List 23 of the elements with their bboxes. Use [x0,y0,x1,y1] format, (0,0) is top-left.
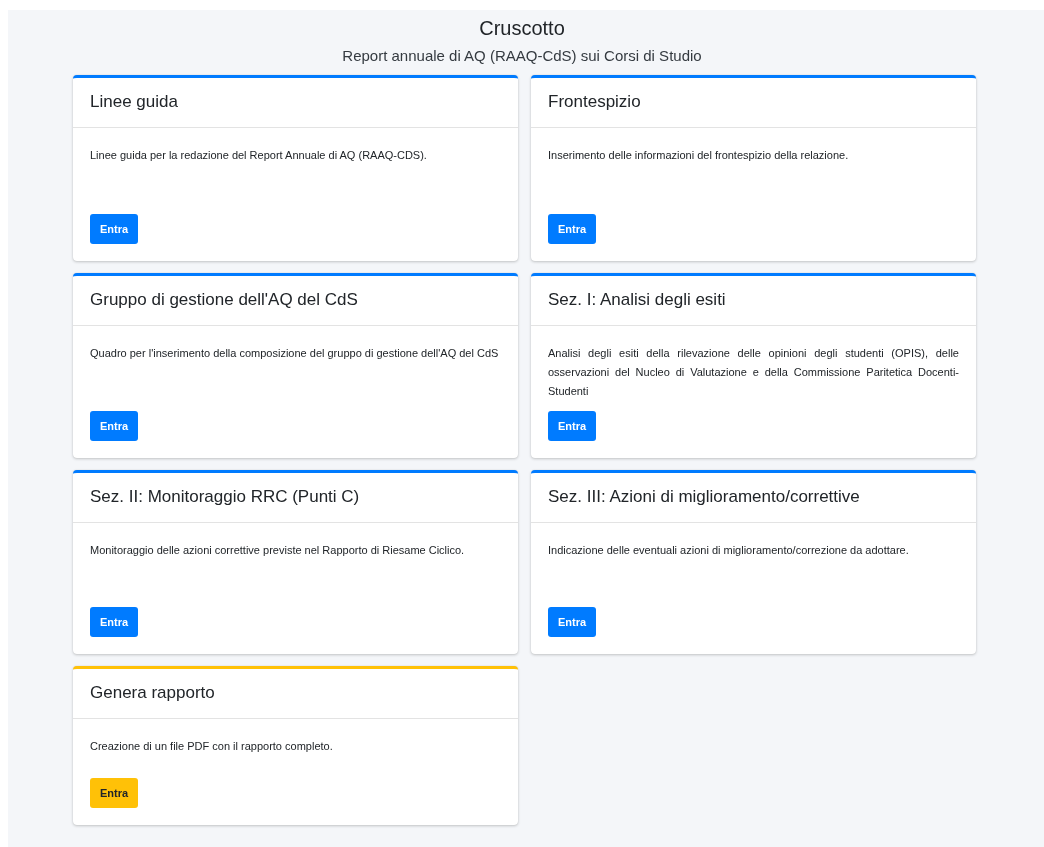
page-subtitle: Report annuale di AQ (RAAQ-CdS) sui Corsi di Studio [341,46,703,66]
card-title: Genera rapporto [90,683,215,702]
card-description: Linee guida per la redazione del Report Annuale di AQ (RAAQ-CDS). [90,148,428,163]
enter-button[interactable]: Entra [90,607,139,637]
enter-button[interactable]: Entra [548,411,597,441]
card-description: Indicazione delle eventuali azioni di miglioramento/correzione da adottare. [548,543,910,558]
page-title: Cruscotto [478,16,566,40]
card-title: Gruppo di gestione dell'AQ del CdS [90,290,358,309]
enter-button[interactable]: Entra [90,411,139,441]
card-description: Quadro per l'inserimento della composizione del gruppo di gestione dell'AQ del CdS [90,346,500,361]
enter-button[interactable]: Entra [548,214,597,244]
card-title: Sez. III: Azioni di miglioramento/correttive [548,487,860,506]
card-title: Sez. I: Analisi degli esiti [548,290,726,309]
card-title: Frontespizio [548,92,641,111]
card-description: Analisi degli esiti della rilevazione delle opinioni degli studenti (OPIS), delle osservazioni del Nucleo di Valutazione e della Commissione Paritetica Docenti-Studenti [548,346,959,399]
enter-button[interactable]: Entra [90,778,139,808]
card-title: Linee guida [90,92,178,111]
card-description: Creazione di un file PDF con il rapporto completo. [90,739,334,754]
card-title: Sez. II: Monitoraggio RRC (Punti C) [90,487,360,506]
enter-button[interactable]: Entra [548,607,597,637]
enter-button[interactable]: Entra [90,214,139,244]
card-description: Inserimento delle informazioni del frontespizio della relazione. [548,148,850,163]
card-description: Monitoraggio delle azioni correttive previste nel Rapporto di Riesame Ciclico. [90,543,466,558]
